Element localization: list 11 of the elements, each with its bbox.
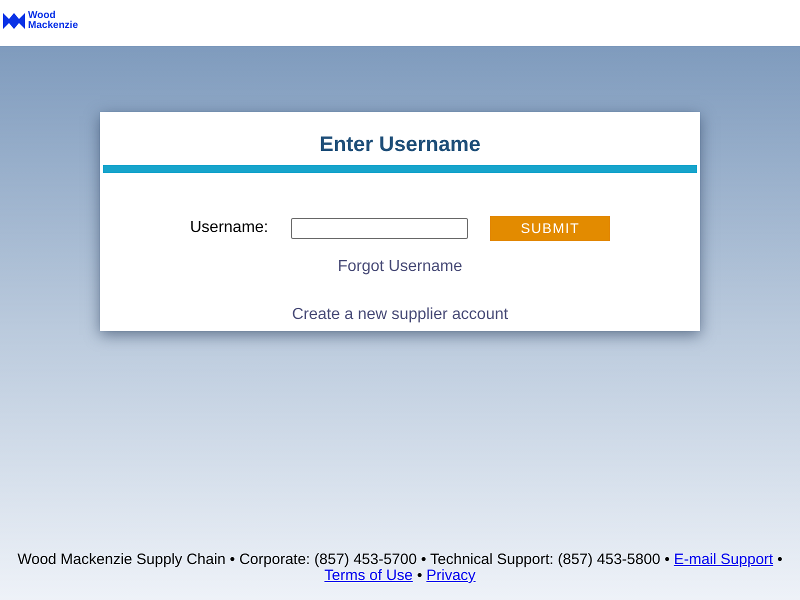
forgot-username-link[interactable]: Forgot Username xyxy=(338,254,462,278)
username-field[interactable] xyxy=(291,218,468,238)
logo-icon xyxy=(3,13,25,29)
footer-link[interactable]: Terms of Use xyxy=(324,567,413,584)
footer-link[interactable]: Privacy xyxy=(426,567,476,584)
username-label: Username: xyxy=(190,218,268,238)
footer-text: Wood Mackenzie Supply Chain • Corporate: (857) 453-5700 • Technical Support: (857) 453-5800 • E-mail Support • Terms of Use • Privacy xyxy=(16,552,784,584)
logo-text: Wood Mackenzie xyxy=(28,11,78,31)
card-title: Enter Username xyxy=(319,132,481,158)
create-account-link[interactable]: Create a new supplier account xyxy=(292,302,508,326)
footer-link[interactable]: E-mail Support xyxy=(674,551,774,568)
